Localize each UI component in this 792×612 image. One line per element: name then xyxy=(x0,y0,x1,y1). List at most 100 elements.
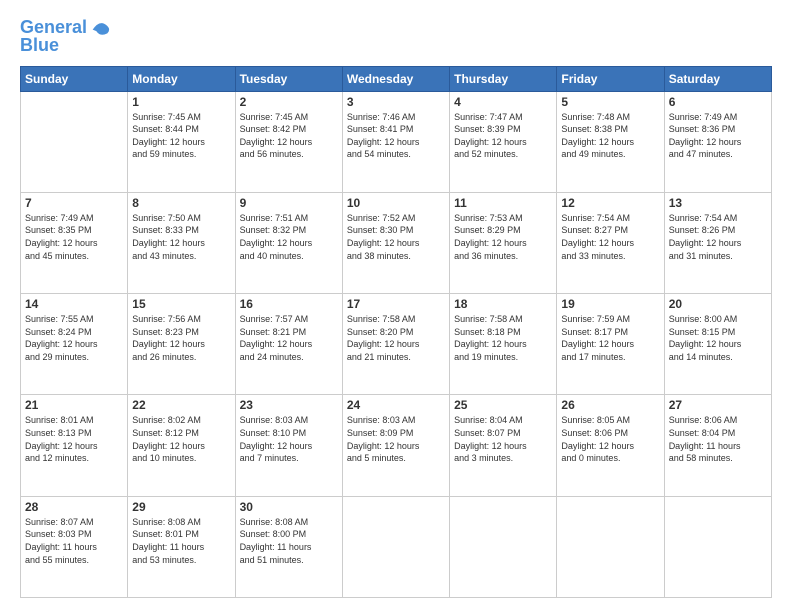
calendar-cell xyxy=(342,496,449,597)
calendar-cell: 9 Sunrise: 7:51 AM Sunset: 8:32 PM Daylig… xyxy=(235,192,342,293)
page: General Blue SundayMondayTuesdayWednesda… xyxy=(0,0,792,612)
cell-info: Sunrise: 7:54 AM Sunset: 8:26 PM Dayligh… xyxy=(669,212,767,262)
calendar-cell: 16 Sunrise: 7:57 AM Sunset: 8:21 PM Dayli… xyxy=(235,294,342,395)
calendar-cell: 15 Sunrise: 7:56 AM Sunset: 8:23 PM Dayli… xyxy=(128,294,235,395)
cell-info: Sunrise: 7:57 AM Sunset: 8:21 PM Dayligh… xyxy=(240,313,338,363)
day-number: 21 xyxy=(25,398,123,412)
day-number: 14 xyxy=(25,297,123,311)
day-number: 9 xyxy=(240,196,338,210)
weekday-header-row: SundayMondayTuesdayWednesdayThursdayFrid… xyxy=(21,66,772,91)
day-number: 29 xyxy=(132,500,230,514)
day-number: 7 xyxy=(25,196,123,210)
day-number: 22 xyxy=(132,398,230,412)
week-row-5: 28Sunrise: 8:07 AM Sunset: 8:03 PM Dayli… xyxy=(21,496,772,597)
cell-info: Sunrise: 7:58 AM Sunset: 8:20 PM Dayligh… xyxy=(347,313,445,363)
day-number: 17 xyxy=(347,297,445,311)
calendar-cell: 6 Sunrise: 7:49 AM Sunset: 8:36 PM Daylig… xyxy=(664,91,771,192)
logo-icon xyxy=(89,15,111,37)
cell-info: Sunrise: 7:54 AM Sunset: 8:27 PM Dayligh… xyxy=(561,212,659,262)
week-row-4: 21Sunrise: 8:01 AM Sunset: 8:13 PM Dayli… xyxy=(21,395,772,496)
day-number: 3 xyxy=(347,95,445,109)
calendar-cell: 1 Sunrise: 7:45 AM Sunset: 8:44 PM Daylig… xyxy=(128,91,235,192)
calendar-cell: 25 Sunrise: 8:04 AM Sunset: 8:07 PM Dayli… xyxy=(450,395,557,496)
day-number: 2 xyxy=(240,95,338,109)
calendar-cell: 10Sunrise: 7:52 AM Sunset: 8:30 PM Dayli… xyxy=(342,192,449,293)
calendar-cell: 7 Sunrise: 7:49 AM Sunset: 8:35 PM Daylig… xyxy=(21,192,128,293)
cell-info: Sunrise: 7:50 AM Sunset: 8:33 PM Dayligh… xyxy=(132,212,230,262)
day-number: 16 xyxy=(240,297,338,311)
cell-info: Sunrise: 8:05 AM Sunset: 8:06 PM Dayligh… xyxy=(561,414,659,464)
cell-info: Sunrise: 8:02 AM Sunset: 8:12 PM Dayligh… xyxy=(132,414,230,464)
cell-info: Sunrise: 7:45 AM Sunset: 8:44 PM Dayligh… xyxy=(132,111,230,161)
calendar-cell: 8Sunrise: 7:50 AM Sunset: 8:33 PM Daylig… xyxy=(128,192,235,293)
weekday-header-sunday: Sunday xyxy=(21,66,128,91)
cell-info: Sunrise: 7:48 AM Sunset: 8:38 PM Dayligh… xyxy=(561,111,659,161)
day-number: 23 xyxy=(240,398,338,412)
week-row-3: 14 Sunrise: 7:55 AM Sunset: 8:24 PM Dayli… xyxy=(21,294,772,395)
cell-info: Sunrise: 7:51 AM Sunset: 8:32 PM Dayligh… xyxy=(240,212,338,262)
cell-info: Sunrise: 7:49 AM Sunset: 8:35 PM Dayligh… xyxy=(25,212,123,262)
calendar-cell: 26Sunrise: 8:05 AM Sunset: 8:06 PM Dayli… xyxy=(557,395,664,496)
day-number: 24 xyxy=(347,398,445,412)
header: General Blue xyxy=(20,18,772,56)
calendar-cell: 30 Sunrise: 8:08 AM Sunset: 8:00 PM Dayli… xyxy=(235,496,342,597)
cell-info: Sunrise: 7:59 AM Sunset: 8:17 PM Dayligh… xyxy=(561,313,659,363)
calendar-cell: 5 Sunrise: 7:48 AM Sunset: 8:38 PM Daylig… xyxy=(557,91,664,192)
calendar-cell: 28Sunrise: 8:07 AM Sunset: 8:03 PM Dayli… xyxy=(21,496,128,597)
day-number: 13 xyxy=(669,196,767,210)
day-number: 27 xyxy=(669,398,767,412)
day-number: 1 xyxy=(132,95,230,109)
day-number: 19 xyxy=(561,297,659,311)
calendar-cell: 18 Sunrise: 7:58 AM Sunset: 8:18 PM Dayli… xyxy=(450,294,557,395)
day-number: 15 xyxy=(132,297,230,311)
calendar-cell: 11 Sunrise: 7:53 AM Sunset: 8:29 PM Dayli… xyxy=(450,192,557,293)
day-number: 11 xyxy=(454,196,552,210)
weekday-header-monday: Monday xyxy=(128,66,235,91)
calendar-cell: 21Sunrise: 8:01 AM Sunset: 8:13 PM Dayli… xyxy=(21,395,128,496)
weekday-header-thursday: Thursday xyxy=(450,66,557,91)
cell-info: Sunrise: 7:56 AM Sunset: 8:23 PM Dayligh… xyxy=(132,313,230,363)
calendar-cell: 20 Sunrise: 8:00 AM Sunset: 8:15 PM Dayli… xyxy=(664,294,771,395)
logo-text-line2: Blue xyxy=(20,36,111,56)
day-number: 30 xyxy=(240,500,338,514)
cell-info: Sunrise: 8:08 AM Sunset: 8:01 PM Dayligh… xyxy=(132,516,230,566)
cell-info: Sunrise: 8:00 AM Sunset: 8:15 PM Dayligh… xyxy=(669,313,767,363)
weekday-header-tuesday: Tuesday xyxy=(235,66,342,91)
calendar-cell xyxy=(450,496,557,597)
week-row-2: 7 Sunrise: 7:49 AM Sunset: 8:35 PM Daylig… xyxy=(21,192,772,293)
cell-info: Sunrise: 7:49 AM Sunset: 8:36 PM Dayligh… xyxy=(669,111,767,161)
calendar-cell: 13 Sunrise: 7:54 AM Sunset: 8:26 PM Dayli… xyxy=(664,192,771,293)
cell-info: Sunrise: 7:58 AM Sunset: 8:18 PM Dayligh… xyxy=(454,313,552,363)
day-number: 18 xyxy=(454,297,552,311)
day-number: 4 xyxy=(454,95,552,109)
cell-info: Sunrise: 7:47 AM Sunset: 8:39 PM Dayligh… xyxy=(454,111,552,161)
day-number: 5 xyxy=(561,95,659,109)
calendar-cell xyxy=(664,496,771,597)
day-number: 20 xyxy=(669,297,767,311)
calendar-cell: 17 Sunrise: 7:58 AM Sunset: 8:20 PM Dayli… xyxy=(342,294,449,395)
weekday-header-friday: Friday xyxy=(557,66,664,91)
day-number: 25 xyxy=(454,398,552,412)
cell-info: Sunrise: 8:06 AM Sunset: 8:04 PM Dayligh… xyxy=(669,414,767,464)
calendar-cell: 12Sunrise: 7:54 AM Sunset: 8:27 PM Dayli… xyxy=(557,192,664,293)
day-number: 10 xyxy=(347,196,445,210)
calendar-cell: 2 Sunrise: 7:45 AM Sunset: 8:42 PM Daylig… xyxy=(235,91,342,192)
calendar-cell: 19 Sunrise: 7:59 AM Sunset: 8:17 PM Dayli… xyxy=(557,294,664,395)
cell-info: Sunrise: 8:03 AM Sunset: 8:09 PM Dayligh… xyxy=(347,414,445,464)
calendar-cell: 22 Sunrise: 8:02 AM Sunset: 8:12 PM Dayli… xyxy=(128,395,235,496)
cell-info: Sunrise: 7:53 AM Sunset: 8:29 PM Dayligh… xyxy=(454,212,552,262)
cell-info: Sunrise: 7:45 AM Sunset: 8:42 PM Dayligh… xyxy=(240,111,338,161)
calendar-cell: 29 Sunrise: 8:08 AM Sunset: 8:01 PM Dayli… xyxy=(128,496,235,597)
calendar-table: SundayMondayTuesdayWednesdayThursdayFrid… xyxy=(20,66,772,598)
cell-info: Sunrise: 8:03 AM Sunset: 8:10 PM Dayligh… xyxy=(240,414,338,464)
cell-info: Sunrise: 7:55 AM Sunset: 8:24 PM Dayligh… xyxy=(25,313,123,363)
calendar-cell: 14 Sunrise: 7:55 AM Sunset: 8:24 PM Dayli… xyxy=(21,294,128,395)
calendar-cell xyxy=(21,91,128,192)
cell-info: Sunrise: 7:46 AM Sunset: 8:41 PM Dayligh… xyxy=(347,111,445,161)
calendar-cell xyxy=(557,496,664,597)
weekday-header-wednesday: Wednesday xyxy=(342,66,449,91)
cell-info: Sunrise: 8:04 AM Sunset: 8:07 PM Dayligh… xyxy=(454,414,552,464)
cell-info: Sunrise: 8:08 AM Sunset: 8:00 PM Dayligh… xyxy=(240,516,338,566)
day-number: 6 xyxy=(669,95,767,109)
day-number: 28 xyxy=(25,500,123,514)
